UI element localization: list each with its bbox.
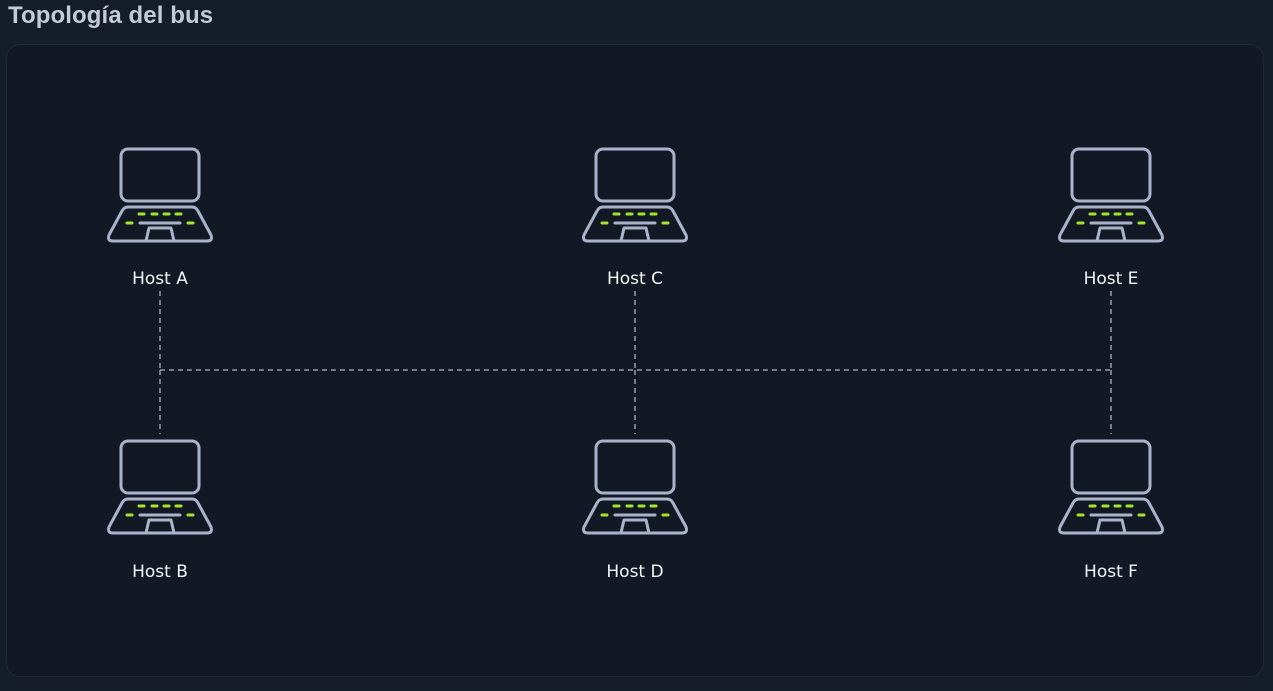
laptop-icon	[1058, 147, 1164, 243]
host-b-label: Host B	[132, 562, 188, 582]
laptop-icon	[582, 439, 688, 535]
host-a-label: Host A	[132, 269, 188, 289]
laptop-icon	[107, 147, 213, 243]
host-c-label: Host C	[607, 269, 663, 289]
host-e: Host E	[1058, 147, 1164, 289]
host-c: Host C	[582, 147, 688, 289]
host-f: Host F	[1058, 439, 1164, 582]
host-f-label: Host F	[1084, 562, 1138, 582]
host-a: Host A	[107, 147, 213, 289]
laptop-icon	[107, 439, 213, 535]
host-d-label: Host D	[606, 562, 663, 582]
host-e-label: Host E	[1084, 269, 1139, 289]
bus-lines	[159, 291, 1112, 434]
laptop-icon	[1058, 439, 1164, 535]
host-d: Host D	[582, 439, 688, 582]
bus-topology-diagram: Host A Host B Host C Host D Host E Host …	[107, 147, 1164, 582]
host-b: Host B	[107, 439, 213, 582]
laptop-icon	[582, 147, 688, 243]
